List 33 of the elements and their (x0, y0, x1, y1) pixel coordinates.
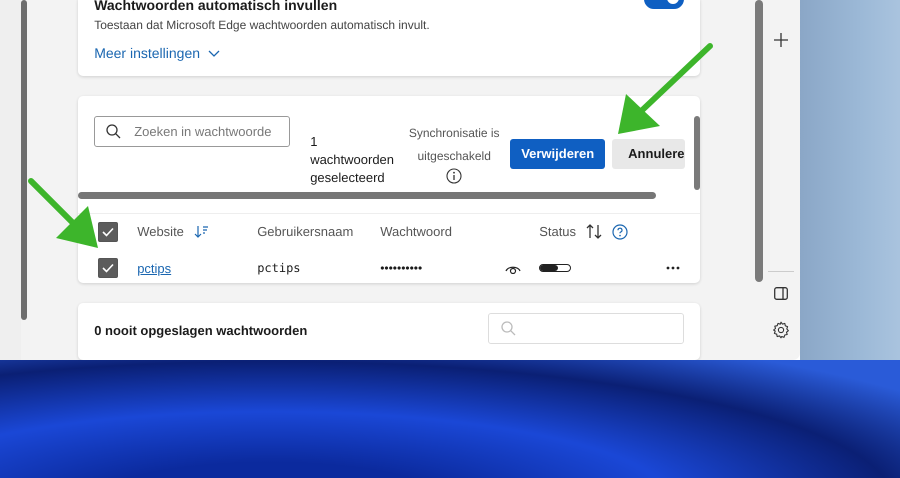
scrollbar[interactable] (755, 0, 762, 282)
username-text: pctips (257, 261, 301, 276)
checkbox[interactable] (98, 222, 118, 242)
sidebar-panel-icon[interactable] (774, 287, 788, 300)
search-icon (501, 321, 516, 336)
setting-title: Wachtwoorden automatisch invullen (94, 0, 338, 13)
password-text: •••••••••• (380, 261, 422, 276)
chevron-down-icon (208, 50, 220, 56)
strength-meter (539, 264, 572, 272)
more-options-icon[interactable] (666, 266, 680, 270)
sort-icon[interactable] (586, 224, 602, 240)
scrollbar[interactable] (694, 116, 700, 190)
delete-button[interactable]: Verwijderen (510, 138, 606, 169)
selection-count: 1 wachtwoorden geselecteerd (310, 132, 396, 187)
sort-icon[interactable] (194, 225, 209, 238)
plus-icon[interactable] (774, 33, 788, 47)
sync-status: Synchronisatie is uitgeschakeld (408, 124, 501, 165)
info-icon[interactable] (446, 168, 462, 184)
setting-description: Toestaan dat Microsoft Edge wachtwoorden automatisch invult. (94, 18, 431, 32)
cancel-button[interactable]: Annulere (612, 138, 685, 169)
search-field[interactable]: Zoeken in wachtwoorde (94, 116, 290, 147)
scrollbar[interactable] (78, 192, 656, 199)
column-header[interactable]: Website (137, 224, 184, 240)
checkbox[interactable] (98, 258, 118, 278)
more-settings-link[interactable]: Meer instellingen (94, 45, 220, 61)
column-header[interactable]: Status (539, 224, 576, 240)
website-link[interactable]: pctips (137, 260, 172, 276)
section-title: 0 nooit opgeslagen wachtwoorden (94, 323, 308, 340)
column-header[interactable]: Wachtwoord (380, 224, 452, 240)
column-header[interactable]: Gebruikersnaam (257, 224, 354, 240)
settings-icon[interactable] (772, 321, 790, 339)
help-icon[interactable] (612, 224, 628, 240)
search-icon (106, 124, 122, 139)
